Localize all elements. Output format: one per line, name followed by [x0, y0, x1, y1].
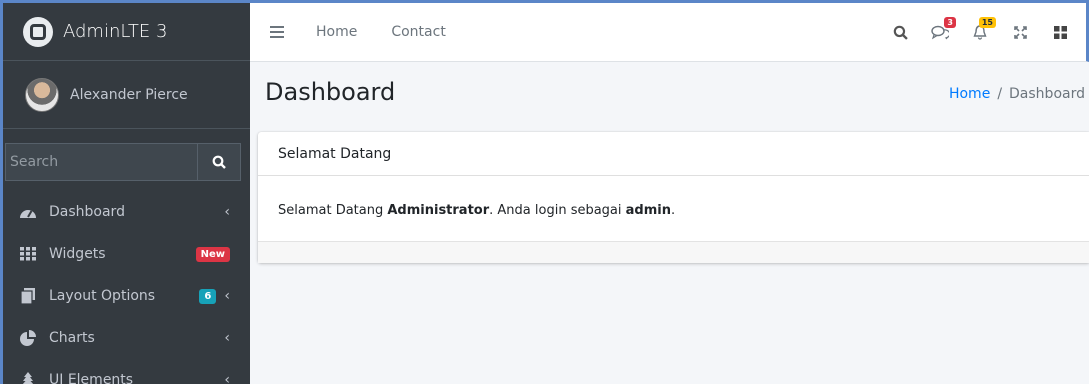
- dashboard-icon: [17, 203, 39, 221]
- card-body: Selamat Datang Administrator. Anda login…: [258, 176, 1089, 218]
- sidebar-item-dashboard[interactable]: Dashboard ‹: [3, 191, 250, 233]
- notifications-button[interactable]: 15: [960, 17, 1000, 40]
- th-large-icon: [1053, 26, 1067, 39]
- top-navbar: Home Contact 3 15: [250, 0, 1089, 62]
- search-input[interactable]: [5, 143, 197, 181]
- sidebar-item-label: Dashboard: [49, 204, 125, 220]
- search-button[interactable]: [197, 143, 241, 181]
- sidebar-item-layout-options[interactable]: Layout Options 6 ‹: [3, 275, 250, 317]
- sidebar-search: [5, 143, 241, 181]
- user-role: admin: [625, 203, 671, 218]
- sidebar-item-ui-elements[interactable]: UI Elements ‹: [3, 359, 250, 384]
- breadcrumb: Home / Dashboard: [949, 86, 1085, 102]
- chevron-left-icon: ‹: [224, 372, 230, 384]
- page-title: Dashboard: [265, 78, 396, 106]
- navbar-search-button[interactable]: [880, 25, 920, 40]
- chevron-left-icon: ‹: [224, 288, 230, 304]
- card-footer: [258, 241, 1089, 263]
- messages-button[interactable]: 3: [920, 17, 960, 40]
- chart-pie-icon: [17, 329, 39, 347]
- brand-text: AdminLTE 3: [63, 21, 168, 42]
- content-header: Dashboard Home / Dashboard: [265, 62, 1085, 126]
- sidebar-item-widgets[interactable]: Widgets New: [3, 233, 250, 275]
- widgets-icon: [17, 245, 39, 263]
- breadcrumb-separator: /: [997, 86, 1003, 102]
- expand-icon: [1013, 26, 1027, 39]
- navbar-right: 3 15: [880, 3, 1080, 62]
- messages-badge: 3: [944, 17, 956, 28]
- avatar: [25, 77, 59, 112]
- welcome-text-middle: . Anda login sebagai: [489, 203, 626, 218]
- tree-icon: [17, 371, 39, 384]
- sidebar-item-label: Widgets: [49, 246, 106, 262]
- sidebar-item-label: UI Elements: [49, 372, 134, 384]
- welcome-text-suffix: .: [670, 203, 676, 218]
- control-sidebar-button[interactable]: [1040, 26, 1080, 39]
- card-header: Selamat Datang: [258, 132, 1089, 176]
- new-badge: New: [195, 246, 230, 262]
- fullscreen-button[interactable]: [1000, 26, 1040, 39]
- brand-link[interactable]: AdminLTE 3: [3, 3, 250, 61]
- breadcrumb-home-link[interactable]: Home: [949, 86, 990, 102]
- user-panel[interactable]: Alexander Pierce: [3, 61, 250, 129]
- sidebar-item-label: Charts: [49, 330, 95, 346]
- welcome-card: Selamat Datang Selamat Datang Administra…: [258, 132, 1089, 263]
- chevron-left-icon: ‹: [224, 204, 230, 220]
- brand-logo-icon: [23, 16, 53, 47]
- chevron-left-icon: ‹: [224, 330, 230, 346]
- sidebar-item-label: Layout Options: [49, 288, 156, 304]
- user-display-name: Administrator: [387, 203, 490, 218]
- welcome-text-prefix: Selamat Datang: [278, 203, 388, 218]
- main-sidebar: AdminLTE 3 Alexander Pierce Dashboard ‹ …: [0, 0, 250, 384]
- search-icon: [893, 25, 908, 40]
- sidebar-item-charts[interactable]: Charts ‹: [3, 317, 250, 359]
- breadcrumb-current: Dashboard: [1009, 86, 1085, 102]
- search-icon: [212, 155, 226, 169]
- hamburger-menu-icon[interactable]: [270, 26, 284, 38]
- count-badge: 6: [199, 288, 217, 304]
- nav-link-contact[interactable]: Contact: [391, 24, 445, 40]
- notifications-badge: 15: [978, 17, 996, 28]
- layout-icon: [17, 287, 39, 305]
- nav-link-home[interactable]: Home: [316, 24, 357, 40]
- user-name[interactable]: Alexander Pierce: [70, 87, 188, 103]
